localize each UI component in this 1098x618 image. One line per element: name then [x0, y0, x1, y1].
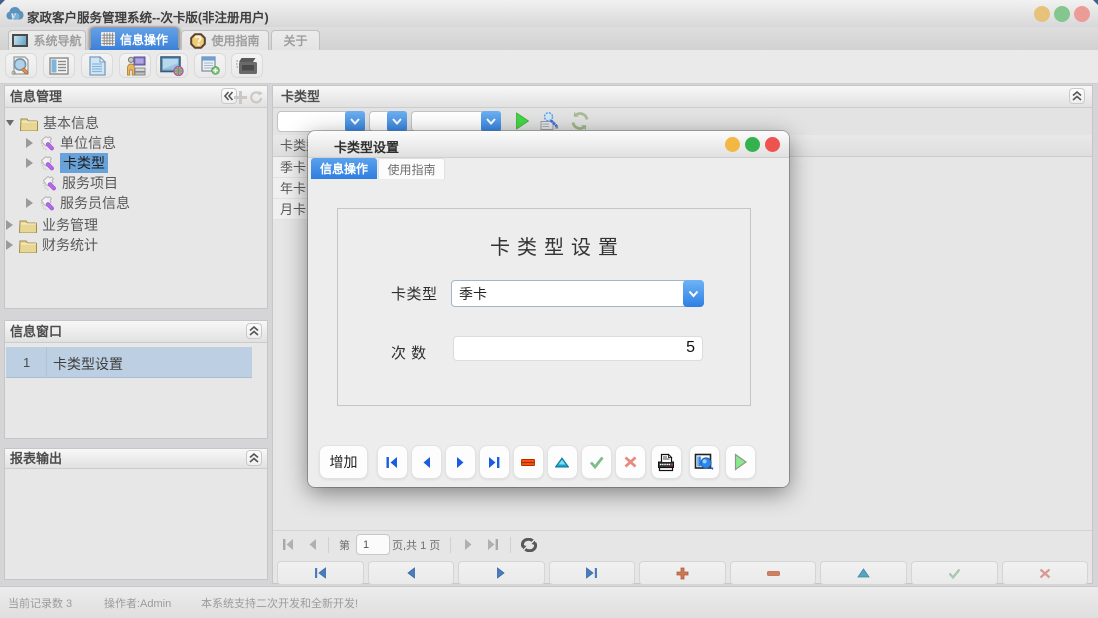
svg-text:y: y [9, 10, 16, 22]
